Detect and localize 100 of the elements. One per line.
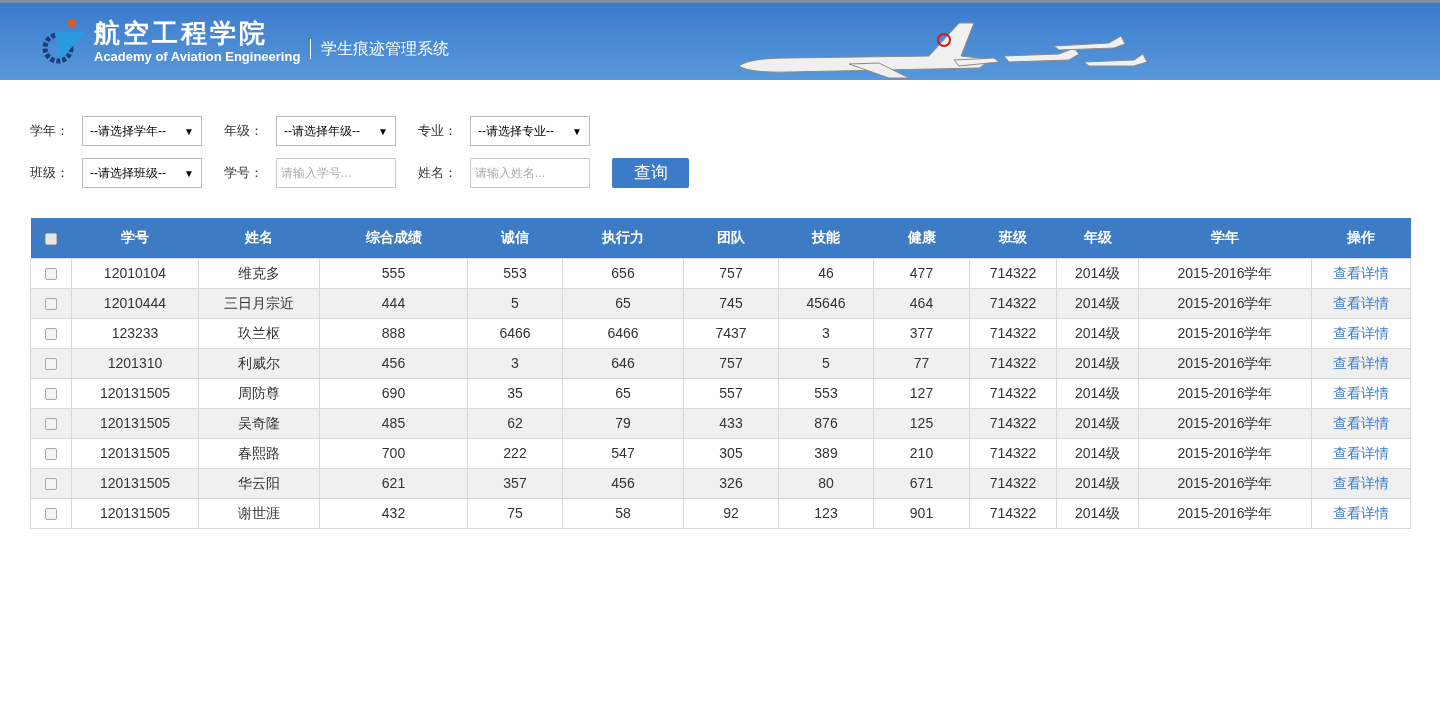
checkbox[interactable]	[45, 387, 57, 400]
filter-label: 姓名：	[418, 164, 458, 183]
checkbox[interactable]	[45, 327, 57, 340]
table-cell: 123233	[71, 318, 199, 348]
table-cell: 745	[683, 288, 779, 318]
select-value: --请选择学年--	[90, 123, 166, 140]
select-dropdown[interactable]: --请选择学年-- ▼	[82, 116, 202, 146]
table-cell: 357	[467, 468, 563, 498]
column-header: 学年	[1138, 218, 1312, 258]
table-cell: 1201310	[71, 348, 199, 378]
table-cell: 464	[873, 288, 970, 318]
table-cell: 79	[562, 408, 684, 438]
filter-label: 班级：	[30, 164, 70, 183]
select-value: --请选择年级--	[284, 123, 360, 140]
filter-label: 学年：	[30, 122, 70, 141]
table-cell: 7437	[683, 318, 779, 348]
table-cell: 2014级	[1056, 468, 1139, 498]
table-cell: 714322	[969, 408, 1057, 438]
checkbox[interactable]	[45, 267, 57, 280]
table-cell: 92	[683, 498, 779, 528]
table-cell: 65	[562, 288, 684, 318]
table-cell: 700	[319, 438, 468, 468]
table-cell: 444	[319, 288, 468, 318]
table-cell: 35	[467, 378, 563, 408]
table-cell: 210	[873, 438, 970, 468]
input-field[interactable]: 请输入学号...	[276, 158, 396, 188]
select-dropdown[interactable]: --请选择专业-- ▼	[470, 116, 590, 146]
school-subtitle: Academy of Aviation Engineering	[94, 48, 301, 65]
table-cell: 2015-2016学年	[1138, 468, 1312, 498]
column-header: 健康	[873, 218, 970, 258]
table-cell: 2014级	[1056, 288, 1139, 318]
table-cell: 433	[683, 408, 779, 438]
table-cell: 120131505	[71, 378, 199, 408]
table-cell: 65	[562, 378, 684, 408]
table-cell: 120131505	[71, 498, 199, 528]
table-cell: 888	[319, 318, 468, 348]
table-cell: 46	[778, 258, 874, 288]
system-name: 学生痕迹管理系统	[321, 38, 450, 59]
table-cell: 2015-2016学年	[1138, 378, 1312, 408]
table-cell: 春熙路	[198, 438, 320, 468]
table-cell: 吴奇隆	[198, 408, 320, 438]
table-cell: 2014级	[1056, 498, 1139, 528]
table-cell: 120131505	[71, 438, 199, 468]
table-cell: 120131505	[71, 468, 199, 498]
table-cell: 2015-2016学年	[1138, 498, 1312, 528]
table-cell: 876	[778, 408, 874, 438]
table-cell: 12010104	[71, 258, 199, 288]
checkbox[interactable]	[45, 417, 57, 430]
filter-label: 专业：	[418, 122, 458, 141]
table-cell: 555	[319, 258, 468, 288]
table-cell: 2014级	[1056, 378, 1139, 408]
checkbox[interactable]	[45, 507, 57, 520]
checkbox[interactable]	[45, 477, 57, 490]
table-cell: 305	[683, 438, 779, 468]
table-cell: 714322	[969, 438, 1057, 468]
table-cell: 2015-2016学年	[1138, 438, 1312, 468]
table-cell: 714322	[969, 468, 1057, 498]
table-cell: 553	[778, 378, 874, 408]
table-cell: 2015-2016学年	[1138, 288, 1312, 318]
table-cell: 326	[683, 468, 779, 498]
table-cell: 557	[683, 378, 779, 408]
select-dropdown[interactable]: --请选择班级-- ▼	[82, 158, 202, 188]
table-cell: 58	[562, 498, 684, 528]
filter-label: 年级：	[224, 122, 264, 141]
checkbox[interactable]	[45, 297, 57, 310]
table-cell: 485	[319, 408, 468, 438]
table-cell: 432	[319, 498, 468, 528]
table-cell: 656	[562, 258, 684, 288]
column-header: 班级	[969, 218, 1057, 258]
table-cell: 3	[467, 348, 563, 378]
school-title: 航空工程学院	[94, 18, 269, 49]
select-value: --请选择班级--	[90, 165, 166, 182]
select-dropdown[interactable]: --请选择年级-- ▼	[276, 116, 396, 146]
dropdown-arrow: ▼	[572, 124, 582, 139]
table-cell: 389	[778, 438, 874, 468]
table-cell: 77	[873, 348, 970, 378]
table-cell: 714322	[969, 498, 1057, 528]
table-cell: 利威尔	[198, 348, 320, 378]
table-cell: 5	[778, 348, 874, 378]
table-cell: 127	[873, 378, 970, 408]
search-button[interactable]: 查询	[612, 158, 689, 188]
table-cell: 2015-2016学年	[1138, 258, 1312, 288]
checkbox[interactable]	[45, 232, 57, 245]
table-cell: 120131505	[71, 408, 199, 438]
table-cell: 671	[873, 468, 970, 498]
table-cell: 222	[467, 438, 563, 468]
dropdown-arrow: ▼	[184, 166, 194, 181]
input-field[interactable]: 请输入姓名...	[470, 158, 590, 188]
table-cell: 2014级	[1056, 438, 1139, 468]
column-header: 技能	[778, 218, 874, 258]
checkbox[interactable]	[45, 357, 57, 370]
table-cell: 华云阳	[198, 468, 320, 498]
column-header: 姓名	[198, 218, 320, 258]
table-cell: 谢世涯	[198, 498, 320, 528]
table-cell: 456	[319, 348, 468, 378]
table-cell: 6466	[562, 318, 684, 348]
table-cell: 玖兰枢	[198, 318, 320, 348]
checkbox[interactable]	[45, 447, 57, 460]
dropdown-arrow: ▼	[184, 124, 194, 139]
dropdown-arrow: ▼	[378, 124, 388, 139]
